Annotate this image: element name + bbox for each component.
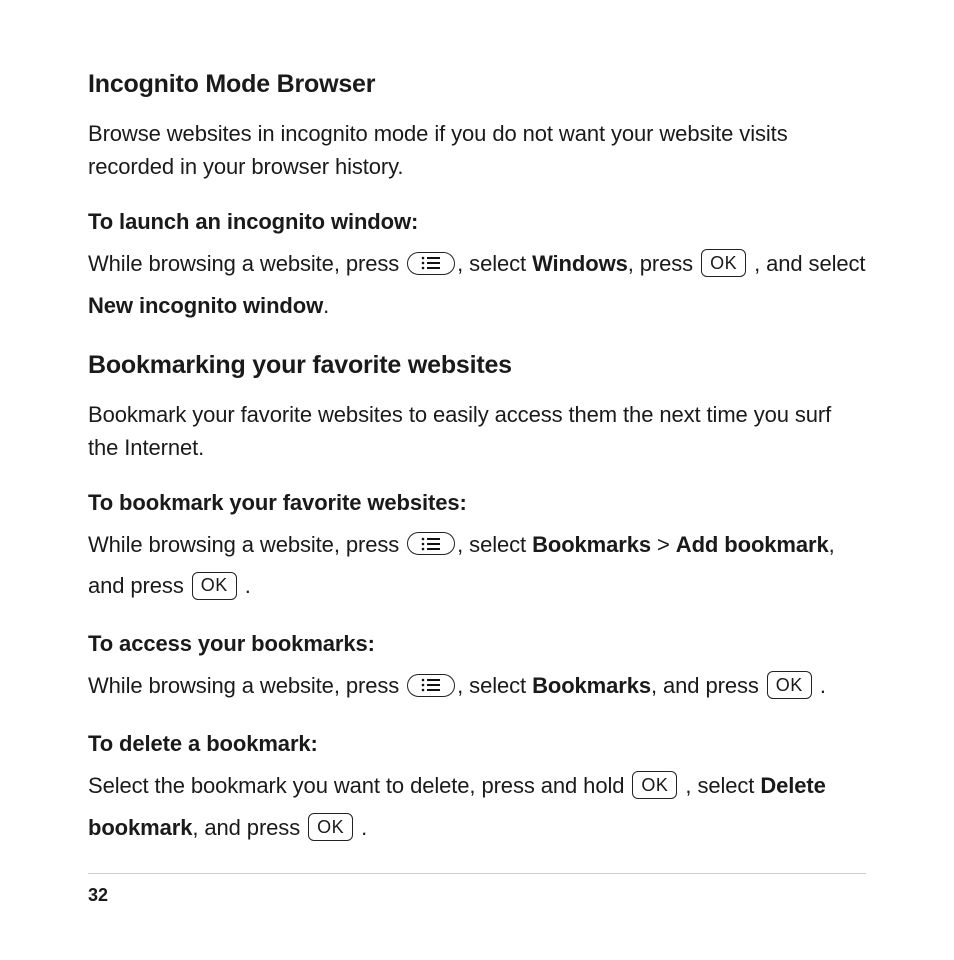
ok-button-icon: OK: [632, 771, 677, 799]
text: Select the bookmark you want to delete, …: [88, 773, 630, 798]
subheading-to-bookmark: To bookmark your favorite websites:: [88, 490, 866, 516]
text: While browsing a website, press: [88, 251, 405, 276]
step-launch-incognito: While browsing a website, press , select…: [88, 243, 866, 327]
heading-incognito: Incognito Mode Browser: [88, 70, 866, 99]
bold-new-incognito: New incognito window: [88, 293, 323, 318]
bold-add-bookmark: Add bookmark: [676, 532, 829, 557]
text: .: [323, 293, 329, 318]
ok-button-icon: OK: [767, 671, 812, 699]
menu-icon: [407, 532, 455, 555]
bold-bookmarks: Bookmarks: [532, 532, 651, 557]
text: .: [361, 815, 367, 840]
subheading-launch-incognito: To launch an incognito window:: [88, 209, 866, 235]
ok-button-icon: OK: [701, 249, 746, 277]
ok-button-icon: OK: [192, 572, 237, 600]
text: >: [651, 532, 676, 557]
text: , and select: [754, 251, 865, 276]
bold-bookmarks: Bookmarks: [532, 673, 651, 698]
menu-icon: [407, 252, 455, 275]
step-to-bookmark: While browsing a website, press , select…: [88, 524, 866, 608]
text: , press: [628, 251, 699, 276]
text: , select: [685, 773, 760, 798]
text: .: [245, 573, 251, 598]
bold-windows: Windows: [532, 251, 628, 276]
paragraph-bookmark-intro: Bookmark your favorite websites to easil…: [88, 398, 866, 464]
paragraph-incognito-intro: Browse websites in incognito mode if you…: [88, 117, 866, 183]
step-delete-bookmark: Select the bookmark you want to delete, …: [88, 765, 866, 849]
text: , and press: [192, 815, 306, 840]
text: , and press: [651, 673, 765, 698]
text: .: [820, 673, 826, 698]
page-number: 32: [88, 885, 108, 906]
text: , select: [457, 251, 532, 276]
step-access-bookmarks: While browsing a website, press , select…: [88, 665, 866, 707]
subheading-delete-bookmark: To delete a bookmark:: [88, 731, 866, 757]
heading-bookmarking: Bookmarking your favorite websites: [88, 351, 866, 380]
footer-rule: [88, 873, 866, 874]
text: , select: [457, 673, 532, 698]
text: While browsing a website, press: [88, 532, 405, 557]
subheading-access-bookmarks: To access your bookmarks:: [88, 631, 866, 657]
document-page: Incognito Mode Browser Browse websites i…: [0, 0, 954, 960]
text: , select: [457, 532, 532, 557]
text: While browsing a website, press: [88, 673, 405, 698]
menu-icon: [407, 674, 455, 697]
ok-button-icon: OK: [308, 813, 353, 841]
